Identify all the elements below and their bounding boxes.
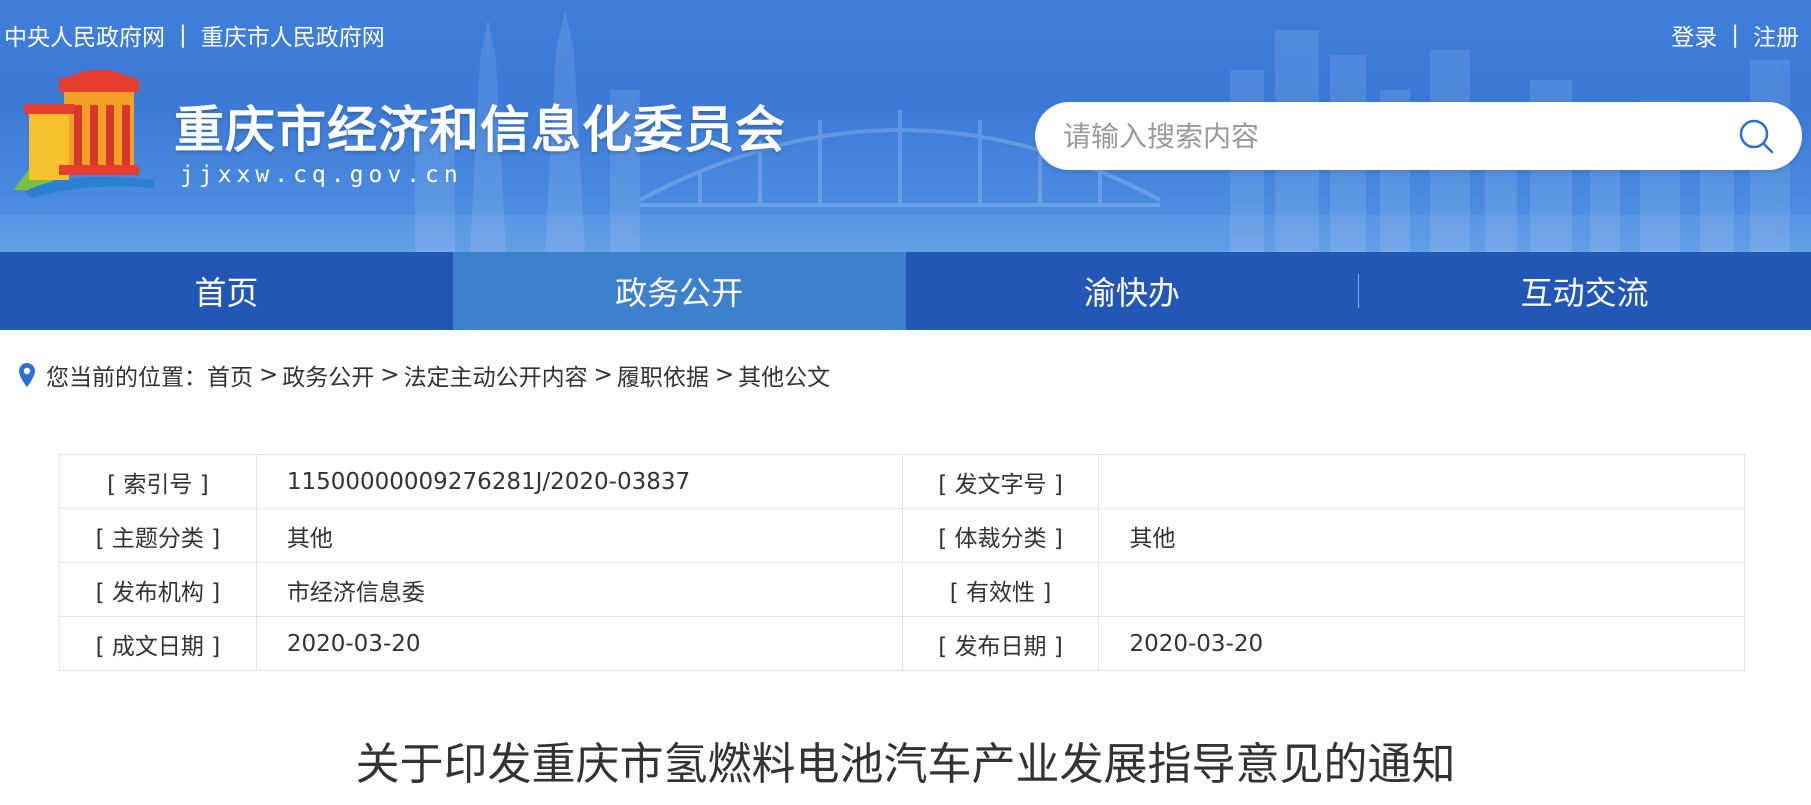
location-pin-icon	[19, 363, 35, 387]
value-genre-category: 其他	[1098, 508, 1745, 563]
breadcrumb: 您当前的位置： 首页 > 政务公开 > 法定主动公开内容 > 履职依据 > 其他…	[18, 358, 834, 392]
search-input[interactable]	[1063, 119, 1736, 153]
separator: |	[179, 22, 187, 48]
label-issuing-agency: [ 发布机构 ]	[59, 562, 257, 617]
label-publish-date: [ 发布日期 ]	[901, 616, 1100, 671]
breadcrumb-other-documents[interactable]: 其他公文	[738, 358, 830, 392]
search-icon[interactable]	[1736, 116, 1776, 156]
breadcrumb-arrow: >	[714, 362, 735, 388]
breadcrumb-statutory-disclosure[interactable]: 法定主动公开内容	[404, 358, 588, 392]
table-row: [ 索引号 ] 11500000009276281J/2020-03837 [ …	[59, 454, 1745, 509]
breadcrumb-arrow: >	[259, 362, 279, 388]
value-index-number: 11500000009276281J/2020-03837	[255, 454, 903, 509]
label-validity: [ 有效性 ]	[901, 562, 1100, 617]
breadcrumb-duty-basis[interactable]: 履职依据	[617, 358, 709, 392]
separator: |	[1731, 22, 1739, 48]
document-metadata-table: [ 索引号 ] 11500000009276281J/2020-03837 [ …	[59, 454, 1745, 671]
login-link[interactable]: 登录	[1671, 18, 1717, 52]
value-document-number	[1098, 454, 1745, 509]
link-central-government[interactable]: 中央人民政府网	[4, 18, 165, 52]
site-header: 中央人民政府网 | 重庆市人民政府网 登录 | 注册 重庆市经济和信息化委员会 …	[0, 0, 1811, 252]
value-publish-date: 2020-03-20	[1098, 616, 1745, 671]
value-written-date: 2020-03-20	[255, 616, 903, 671]
label-document-number: [ 发文字号 ]	[901, 454, 1100, 509]
nav-government-affairs[interactable]: 政务公开	[452, 252, 906, 330]
label-genre-category: [ 体裁分类 ]	[901, 508, 1100, 563]
link-chongqing-government[interactable]: 重庆市人民政府网	[201, 18, 385, 52]
label-subject-category: [ 主题分类 ]	[59, 508, 257, 563]
breadcrumb-arrow: >	[380, 362, 400, 388]
label-index-number: [ 索引号 ]	[59, 454, 257, 509]
site-domain: jjxxw.cq.gov.cn	[180, 162, 463, 188]
table-row: [ 发布机构 ] 市经济信息委 [ 有效性 ]	[59, 562, 1745, 617]
main-nav: 首页 政务公开 渝快办 互动交流	[0, 252, 1811, 330]
value-subject-category: 其他	[255, 508, 903, 563]
account-links: 登录 | 注册	[1671, 18, 1799, 52]
government-building-logo[interactable]	[4, 70, 164, 200]
label-written-date: [ 成文日期 ]	[59, 616, 257, 671]
register-link[interactable]: 注册	[1753, 18, 1799, 52]
value-validity	[1098, 562, 1745, 617]
document-title: 关于印发重庆市氢燃料电池汽车产业发展指导意见的通知	[355, 739, 1456, 790]
site-title: 重庆市经济和信息化委员会	[174, 101, 786, 159]
nav-yu-kuai-ban[interactable]: 渝快办	[906, 252, 1359, 330]
breadcrumb-arrow: >	[593, 362, 613, 388]
breadcrumb-government-affairs[interactable]: 政务公开	[282, 358, 374, 392]
table-row: [ 主题分类 ] 其他 [ 体裁分类 ] 其他	[59, 508, 1745, 563]
nav-home[interactable]: 首页	[0, 252, 453, 330]
breadcrumb-prefix: 您当前的位置：	[46, 365, 207, 391]
search-box	[1035, 102, 1802, 170]
breadcrumb-home[interactable]: 首页	[207, 358, 253, 392]
value-issuing-agency: 市经济信息委	[255, 562, 903, 617]
top-links: 中央人民政府网 | 重庆市人民政府网	[4, 18, 385, 52]
table-row: [ 成文日期 ] 2020-03-20 [ 发布日期 ] 2020-03-20	[59, 616, 1745, 671]
nav-interaction[interactable]: 互动交流	[1358, 252, 1811, 330]
